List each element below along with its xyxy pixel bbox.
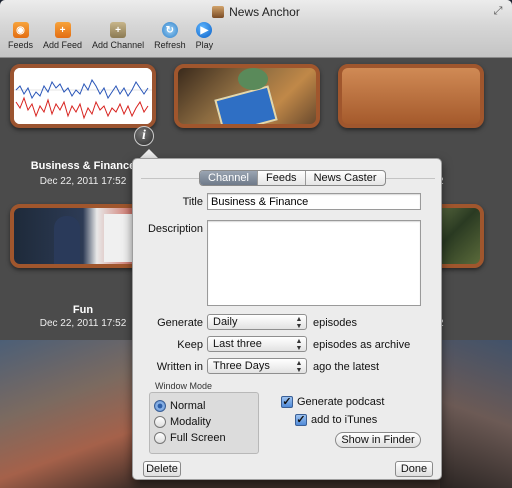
play-label: Play (195, 40, 214, 50)
tab-news-caster[interactable]: News Caster (306, 171, 385, 185)
channel-thumbnail (174, 64, 320, 128)
checkmark-icon: ✓ (281, 396, 293, 408)
thumbnail-person (54, 216, 80, 264)
radio-label: Full Screen (170, 432, 226, 444)
written-suffix: ago the latest (313, 361, 380, 373)
feeds-button[interactable]: ◉ Feeds (6, 22, 35, 50)
tab-channel[interactable]: Channel (200, 171, 258, 185)
fullscreen-icon[interactable]: ⤢ (492, 5, 504, 17)
title-bar: News Anchor ⤢ ◉ Feeds + Add Feed + Add C… (0, 0, 512, 58)
inspector-tabs: Channel Feeds News Caster (199, 170, 386, 186)
info-button[interactable]: i (134, 126, 154, 146)
written-label: Written in (156, 361, 203, 373)
add-channel-icon: + (110, 22, 127, 38)
generate-suffix: episodes (313, 317, 358, 329)
app-icon (212, 6, 225, 18)
window-title: News Anchor (0, 5, 512, 19)
add-feed-button[interactable]: + Add Feed (41, 22, 84, 50)
thumbnail-object-2 (238, 68, 268, 90)
keep-popup[interactable]: Last three ▲ ▼ (207, 336, 307, 352)
channel-tile-2[interactable] (174, 64, 320, 128)
play-button[interactable]: ▶ Play (194, 22, 216, 50)
add-itunes-checkbox[interactable]: ✓ add to iTunes (295, 414, 377, 426)
radio-icon (154, 432, 166, 444)
checkbox-label: Generate podcast (297, 396, 385, 408)
refresh-button[interactable]: ↻ Refresh (152, 22, 188, 50)
checkmark-icon: ✓ (295, 414, 307, 426)
radio-selected-icon (154, 400, 166, 412)
radio-label: Normal (170, 400, 206, 412)
description-label: Description (147, 223, 203, 235)
generate-podcast-checkbox[interactable]: ✓ Generate podcast (281, 396, 384, 408)
channel-tile-3[interactable] (338, 64, 484, 128)
stock-chart-thumbnail (14, 68, 152, 124)
done-button[interactable]: Done (395, 461, 433, 477)
channel-inspector-popover: Channel Feeds News Caster Title Business… (132, 158, 442, 480)
generate-label: Generate (157, 317, 203, 329)
generate-popup[interactable]: Daily ▲ ▼ (207, 314, 307, 330)
add-feed-label: Add Feed (43, 40, 83, 50)
thumbnail-object (214, 85, 278, 124)
rss-icon: ◉ (12, 22, 29, 38)
popup-arrows-icon: ▲ ▼ (295, 360, 303, 374)
channel-thumbnail (10, 64, 156, 128)
play-icon: ▶ (196, 22, 213, 38)
toolbar: ◉ Feeds + Add Feed + Add Channel ↻ Refre… (6, 22, 215, 50)
checkbox-label: add to iTunes (311, 414, 378, 426)
tab-feeds[interactable]: Feeds (258, 171, 306, 185)
title-label: Title (182, 196, 203, 208)
channel-thumbnail (338, 64, 484, 128)
window-mode-label: Window Mode (155, 381, 213, 391)
refresh-label: Refresh (154, 40, 186, 50)
desktop-background (0, 340, 140, 488)
show-in-finder-button[interactable]: Show in Finder (335, 432, 421, 448)
written-popup[interactable]: Three Days ▲ ▼ (207, 358, 307, 374)
refresh-icon: ↻ (161, 22, 178, 38)
popup-arrows-icon: ▲ ▼ (295, 316, 303, 330)
delete-button[interactable]: Delete (143, 461, 181, 477)
add-channel-label: Add Channel (92, 40, 145, 50)
window-title-text: News Anchor (229, 5, 300, 19)
radio-modality[interactable]: Modality (154, 416, 211, 428)
add-feed-icon: + (54, 22, 71, 38)
radio-label: Modality (170, 416, 211, 428)
keep-label: Keep (177, 339, 203, 351)
add-channel-button[interactable]: + Add Channel (90, 22, 146, 50)
description-field[interactable] (207, 220, 421, 306)
title-field[interactable]: Business & Finance (207, 193, 421, 210)
keep-value: Last three (213, 338, 262, 350)
written-value: Three Days (213, 360, 270, 372)
radio-normal[interactable]: Normal (154, 400, 205, 412)
radio-full-screen[interactable]: Full Screen (154, 432, 226, 444)
desktop-background-right (440, 340, 512, 488)
channel-tile-business[interactable]: i (10, 64, 156, 146)
keep-suffix: episodes as archive (313, 339, 411, 351)
popup-arrows-icon: ▲ ▼ (295, 338, 303, 352)
radio-icon (154, 416, 166, 428)
generate-value: Daily (213, 316, 238, 328)
feeds-label: Feeds (8, 40, 34, 50)
